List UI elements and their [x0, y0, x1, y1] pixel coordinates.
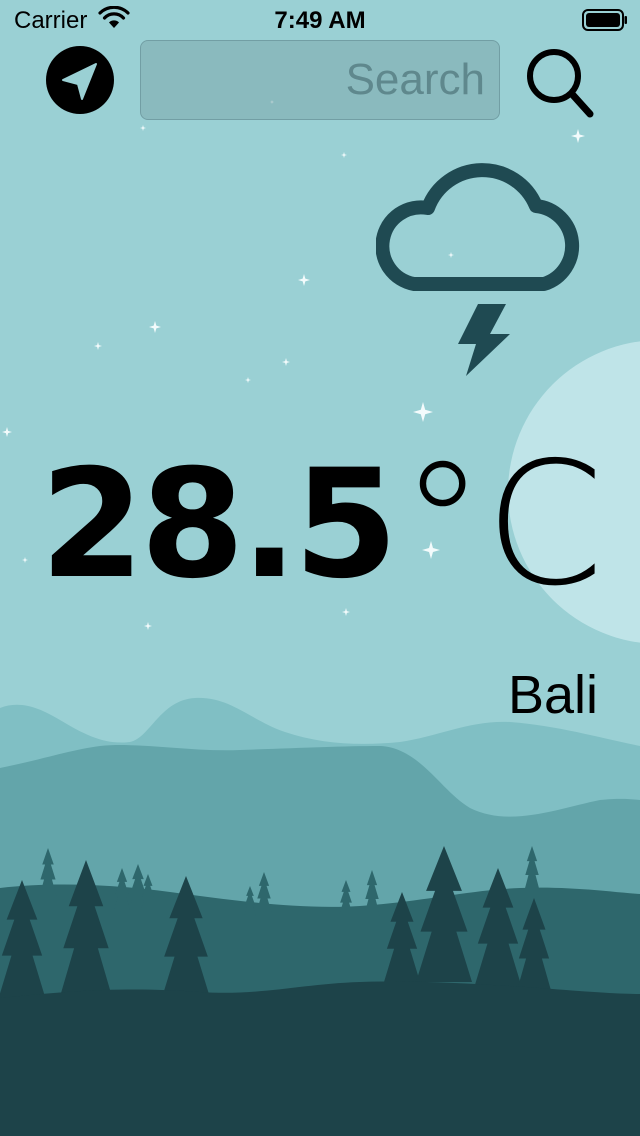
magnifying-glass-icon: [527, 49, 594, 118]
cloud-bolt-icon: [376, 163, 580, 376]
city-name: Bali: [507, 665, 598, 725]
current-location-button[interactable]: [46, 46, 114, 114]
temperature-unit: °C: [400, 426, 604, 624]
status-time: 7:49 AM: [274, 7, 366, 34]
location-arrow-icon: [62, 63, 97, 100]
battery-full-icon: [582, 9, 627, 31]
search-button[interactable]: [524, 44, 596, 120]
status-bar: Carrier 7:49 AM: [0, 0, 640, 40]
temperature-value: 28.5: [40, 438, 398, 612]
temperature-display: 28.5 °C: [40, 440, 620, 610]
foreground-ground: [0, 981, 640, 1136]
search-input[interactable]: [140, 40, 500, 120]
